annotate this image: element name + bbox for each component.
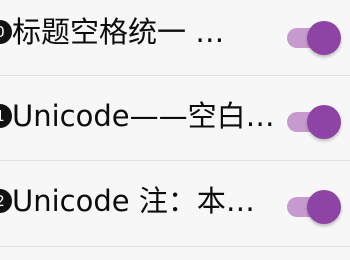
toggle-thumb[interactable] bbox=[307, 21, 341, 55]
divider bbox=[0, 160, 350, 161]
toggle-thumb[interactable] bbox=[307, 105, 341, 139]
divider bbox=[0, 75, 350, 76]
item-number-badge: 0 bbox=[0, 20, 12, 44]
settings-item[interactable]: 0 标题空格统一 … bbox=[0, 0, 350, 69]
settings-item-label: Unicode 注：本… bbox=[12, 184, 255, 218]
toggle-switch[interactable] bbox=[287, 21, 345, 57]
toggle-switch[interactable] bbox=[287, 105, 345, 141]
item-number-badge: 1 bbox=[0, 104, 12, 128]
settings-item-label: 标题空格统一 … bbox=[12, 15, 225, 49]
toggle-thumb[interactable] bbox=[307, 190, 341, 224]
settings-item[interactable]: 1 Unicode——空白… bbox=[0, 81, 350, 153]
toggle-switch[interactable] bbox=[287, 190, 345, 226]
settings-item-label: Unicode——空白… bbox=[12, 99, 272, 133]
item-number-badge: 2 bbox=[0, 189, 12, 213]
divider bbox=[0, 246, 350, 247]
settings-list: 0 标题空格统一 … 1 Unicode——空白… 2 Unicode 注：本… bbox=[0, 0, 350, 260]
settings-item[interactable]: 2 Unicode 注：本… bbox=[0, 166, 350, 238]
